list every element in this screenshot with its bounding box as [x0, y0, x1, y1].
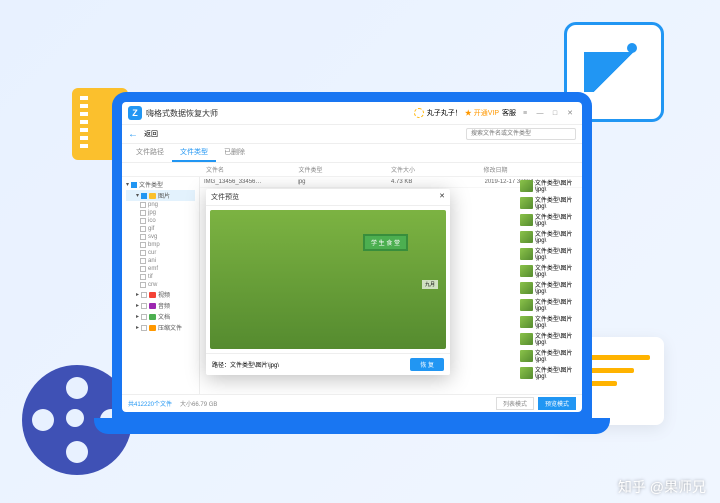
thumbnail-item[interactable]: 文件类型\图片\jpg\: [520, 177, 580, 194]
preview-modal: 文件预览 ✕ 学 生 食 堂 九月 路径：文件类型\图片\jpg\ 恢 复: [206, 189, 450, 375]
navbar: ← 返回: [122, 125, 582, 144]
titlebar: Z 嗨格式数据恢复大师 丸子丸子！ ★ 开通VIP 客服 ≡ — □ ✕: [122, 102, 582, 125]
mode-list-button[interactable]: 列表模式: [496, 397, 534, 410]
tree-ext[interactable]: ico: [126, 217, 195, 225]
thumbnail-column: 文件类型\图片\jpg\ 文件类型\图片\jpg\ 文件类型\图片\jpg\ 文…: [520, 177, 580, 381]
tree-ext[interactable]: png: [126, 201, 195, 209]
thumbnail-item[interactable]: 文件类型\图片\jpg\: [520, 245, 580, 262]
tree-ext[interactable]: svg: [126, 233, 195, 241]
file-list: IMG_13456_33456…jpg4.73 KB2019-12-17 3:2…: [200, 177, 582, 394]
tree-image[interactable]: ▾图片: [126, 190, 195, 201]
thumbnail-item[interactable]: 文件类型\图片\jpg\: [520, 296, 580, 313]
tree-root[interactable]: ▾文件类型: [126, 179, 195, 190]
tree-ext[interactable]: gif: [126, 225, 195, 233]
thumbnail-item[interactable]: 文件类型\图片\jpg\: [520, 262, 580, 279]
preview-image: 学 生 食 堂 九月: [210, 210, 446, 349]
top-tabs: 文件路径 文件类型 已删除: [122, 144, 582, 163]
tree-ext[interactable]: bmp: [126, 241, 195, 249]
status-count: 共412220个文件: [128, 399, 172, 408]
vip-button[interactable]: ★ 开通VIP: [465, 108, 499, 118]
thumbnail-item[interactable]: 文件类型\图片\jpg\: [520, 313, 580, 330]
thumbnail-item[interactable]: 文件类型\图片\jpg\: [520, 194, 580, 211]
search-input[interactable]: [466, 128, 576, 140]
mode-preview-button[interactable]: 预览模式: [538, 397, 576, 410]
folder-icon: [149, 292, 156, 298]
tab-type[interactable]: 文件类型: [172, 144, 216, 162]
username: 丸子丸子！: [427, 108, 462, 118]
thumbnail-item[interactable]: 文件类型\图片\jpg\: [520, 347, 580, 364]
watermark: 知乎 @果师兄: [618, 477, 706, 497]
thumbnail-item[interactable]: 文件类型\图片\jpg\: [520, 364, 580, 381]
tree-ext[interactable]: ani: [126, 257, 195, 265]
laptop-base: [94, 418, 610, 434]
tree-ext[interactable]: crw: [126, 281, 195, 289]
header-size[interactable]: 文件大小: [391, 165, 484, 174]
close-button[interactable]: ✕: [564, 108, 576, 118]
back-label[interactable]: 返回: [144, 129, 158, 139]
header-name[interactable]: 文件名: [206, 165, 299, 174]
thumbnail-item[interactable]: 文件类型\图片\jpg\: [520, 211, 580, 228]
header-date[interactable]: 修改日期: [484, 165, 577, 174]
menu-icon[interactable]: ≡: [519, 108, 531, 118]
back-icon[interactable]: ←: [128, 129, 138, 140]
folder-icon: [149, 303, 156, 309]
recover-button[interactable]: 恢 复: [410, 358, 444, 371]
avatar[interactable]: [414, 108, 424, 118]
preview-path: 路径：文件类型\图片\jpg\: [212, 360, 279, 369]
folder-icon: [149, 314, 156, 320]
tree-ext[interactable]: tif: [126, 273, 195, 281]
preview-title: 文件预览: [211, 192, 239, 202]
app-title: 嗨格式数据恢复大师: [146, 108, 218, 119]
column-headers: 文件名 文件类型 文件大小 修改日期: [122, 163, 582, 177]
app-window: Z 嗨格式数据恢复大师 丸子丸子！ ★ 开通VIP 客服 ≡ — □ ✕ ← 返…: [122, 102, 582, 412]
statusbar: 共412220个文件 大小66.79 GB 列表模式 预览模式: [122, 394, 582, 412]
tree-audio[interactable]: ▸音频: [126, 300, 195, 311]
app-logo-icon: Z: [128, 106, 142, 120]
thumbnail-item[interactable]: 文件类型\图片\jpg\: [520, 330, 580, 347]
minimize-button[interactable]: —: [534, 108, 546, 118]
tree-document[interactable]: ▸文档: [126, 311, 195, 322]
status-size: 大小66.79 GB: [180, 399, 217, 408]
folder-icon: [149, 325, 156, 331]
laptop-frame: Z 嗨格式数据恢复大师 丸子丸子！ ★ 开通VIP 客服 ≡ — □ ✕ ← 返…: [112, 92, 592, 422]
preview-badge: 九月: [422, 280, 438, 289]
tree-ext[interactable]: emf: [126, 265, 195, 273]
thumbnail-item[interactable]: 文件类型\图片\jpg\: [520, 228, 580, 245]
thumbnail-item[interactable]: 文件类型\图片\jpg\: [520, 279, 580, 296]
tab-path[interactable]: 文件路径: [128, 144, 172, 162]
sidebar-tree: ▾文件类型 ▾图片 png jpg ico gif svg bmp cur an…: [122, 177, 200, 394]
header-type[interactable]: 文件类型: [299, 165, 392, 174]
preview-sign: 学 生 食 堂: [363, 234, 408, 251]
support-button[interactable]: 客服: [502, 108, 516, 118]
tree-video[interactable]: ▸视频: [126, 289, 195, 300]
preview-close-icon[interactable]: ✕: [439, 192, 445, 202]
tree-ext[interactable]: cur: [126, 249, 195, 257]
folder-icon: [149, 193, 156, 199]
tree-ext[interactable]: jpg: [126, 209, 195, 217]
tree-archive[interactable]: ▸压缩文件: [126, 322, 195, 333]
maximize-button[interactable]: □: [549, 108, 561, 118]
tab-deleted[interactable]: 已删除: [216, 144, 253, 162]
